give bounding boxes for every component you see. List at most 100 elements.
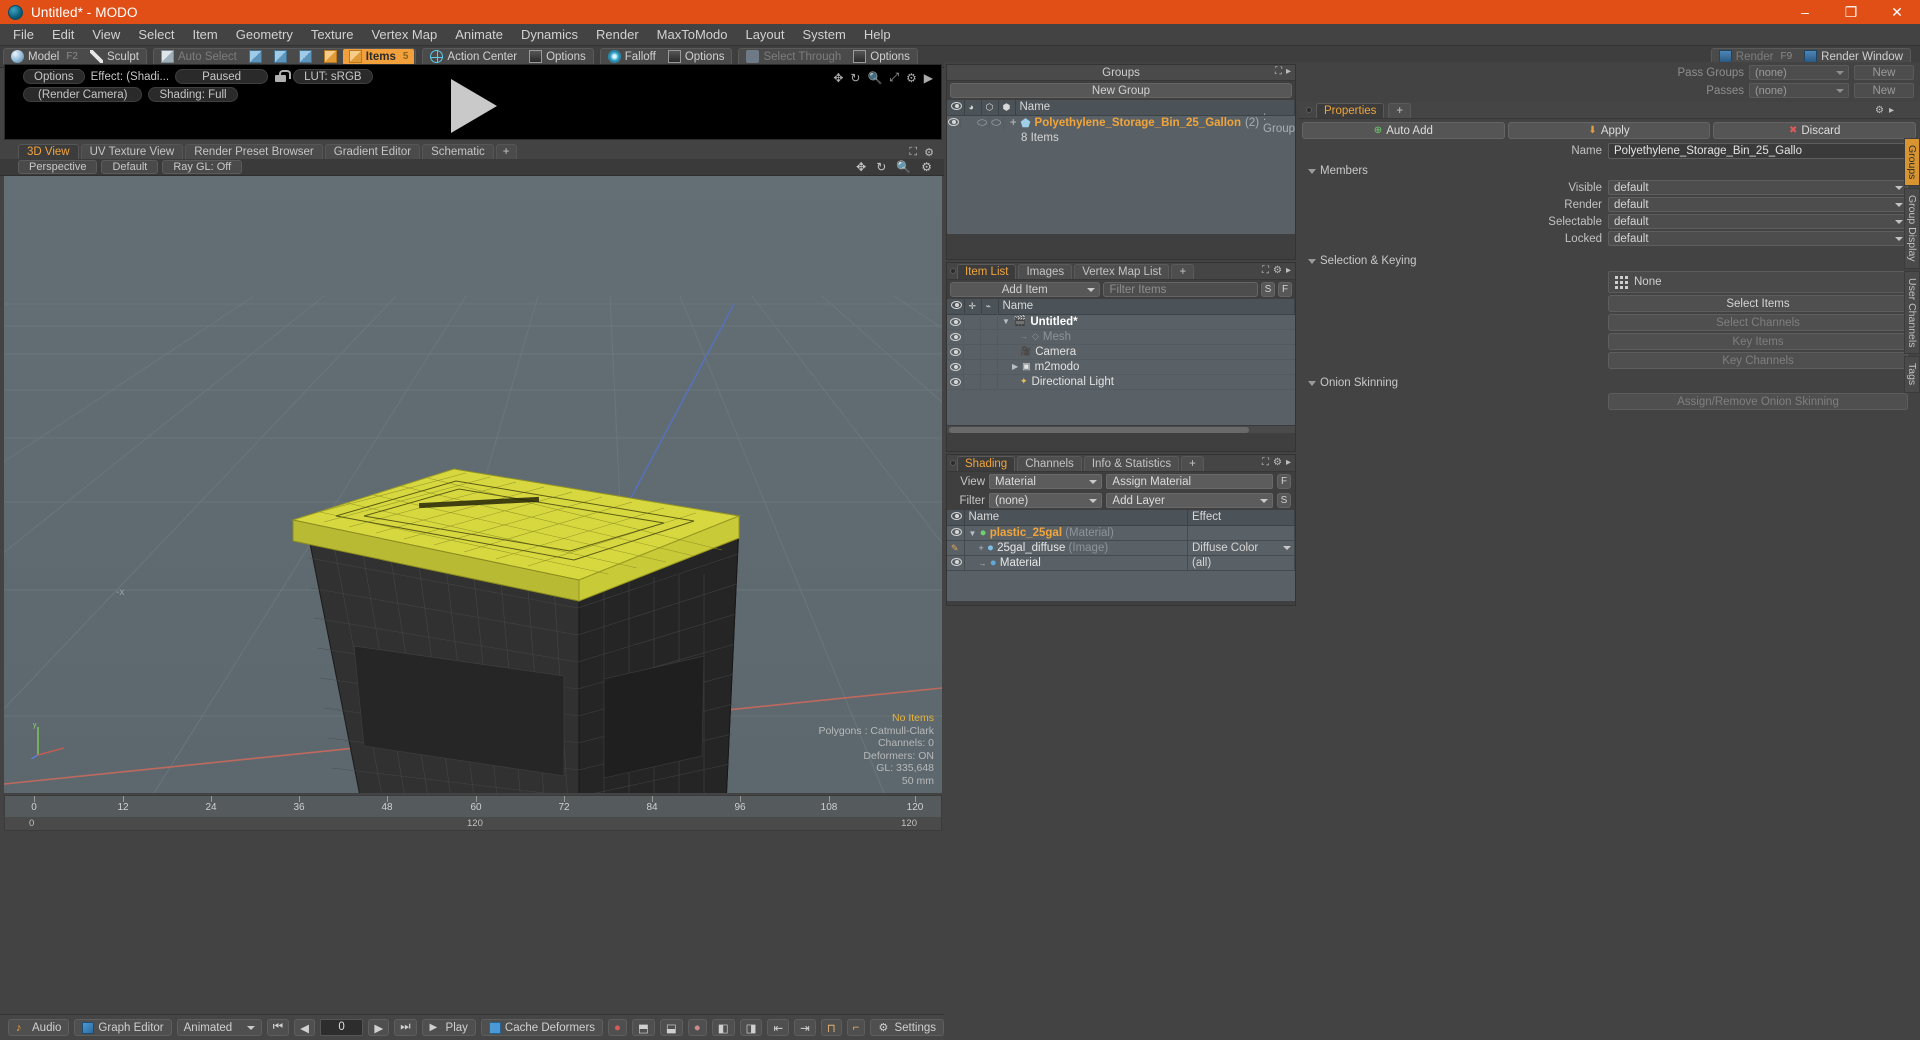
shading-view-select[interactable]: Material <box>989 474 1103 489</box>
assign-material-button[interactable]: Assign Material <box>1106 474 1273 489</box>
gear-icon[interactable]: ⚙ <box>1875 105 1884 116</box>
item-col-name[interactable]: Name <box>998 299 1295 315</box>
expand-triangle-icon[interactable]: ▼ <box>1002 317 1010 326</box>
maximize-icon[interactable]: ⛶ <box>1262 265 1269 276</box>
panel-menu-dot[interactable] <box>950 460 956 466</box>
move-icon[interactable]: ✥ <box>856 160 866 174</box>
side-tab-user-channels[interactable]: User Channels <box>1904 270 1920 355</box>
item-eye-toggle[interactable] <box>947 329 964 344</box>
item-transform-cell[interactable] <box>964 344 981 359</box>
item-eye-toggle[interactable] <box>947 344 964 359</box>
shading-filter-s-button[interactable]: S <box>1277 493 1291 508</box>
render-effect-label[interactable]: Effect: (Shadi... <box>91 71 169 83</box>
item-transform-cell[interactable] <box>964 329 981 344</box>
new-group-button[interactable]: New Group <box>950 83 1292 98</box>
bracket-left-button[interactable]: ⇤ <box>767 1019 790 1036</box>
timeline[interactable]: 0 12 24 36 48 60 72 84 96 108 120 0 120 … <box>4 795 942 831</box>
tab-uv-texture-view[interactable]: UV Texture View <box>80 144 184 159</box>
item-transform-cell[interactable] <box>964 314 981 329</box>
render-options-button[interactable]: Options <box>23 69 85 84</box>
link-button[interactable]: ⬓ <box>659 1019 683 1036</box>
scale-icon[interactable]: ⤢ <box>889 70 899 85</box>
skip-end-button[interactable]: ⏭ <box>394 1019 417 1036</box>
tab-render-preset-browser[interactable]: Render Preset Browser <box>185 144 323 159</box>
selectable-select[interactable]: default <box>1608 214 1908 229</box>
cache-deformers-button[interactable]: Cache Deformers <box>480 1019 604 1036</box>
maximize-icon[interactable]: ⛶ <box>1262 457 1269 468</box>
timeline-track[interactable]: 0 12 24 36 48 60 72 84 96 108 120 <box>5 796 941 818</box>
groups-col-lock[interactable]: ⬢ <box>998 100 1016 116</box>
record-button[interactable]: ● <box>608 1019 627 1036</box>
plus-icon[interactable]: + <box>979 543 984 553</box>
animated-dropdown[interactable]: Animated <box>176 1019 262 1036</box>
list-item[interactable]: → ◇ Mesh <box>947 329 1295 345</box>
locked-select[interactable]: default <box>1608 231 1908 246</box>
table-row[interactable]: ✎ + ● 25gal_diffuse (Image) Diffuse Colo… <box>947 540 1295 556</box>
graph-editor-button[interactable]: Graph Editor <box>74 1019 172 1036</box>
menu-texture[interactable]: Texture <box>302 24 363 46</box>
item-transform-cell[interactable] <box>964 374 981 389</box>
shading-row-effect[interactable] <box>1187 525 1295 541</box>
shading-empty-area[interactable] <box>947 570 1295 601</box>
gear-icon[interactable]: ⚙ <box>924 146 934 159</box>
arrow-right-icon[interactable]: ▸ <box>1889 105 1894 116</box>
tab-schematic[interactable]: Schematic <box>422 144 494 159</box>
pass-groups-select[interactable]: (none) <box>1749 65 1849 80</box>
side-tab-groups[interactable]: Groups <box>1904 138 1920 187</box>
shading-row-effect[interactable]: Diffuse Color <box>1187 540 1295 556</box>
zoom-icon[interactable]: 🔍 <box>896 160 911 174</box>
members-section-title[interactable]: Members <box>1298 162 1920 179</box>
tab-info-statistics[interactable]: Info & Statistics <box>1083 455 1180 471</box>
tab-add[interactable]: + <box>1388 102 1412 118</box>
item-eye-toggle[interactable] <box>947 314 964 329</box>
menu-animate[interactable]: Animate <box>446 24 512 46</box>
shading-col-eye[interactable] <box>947 510 965 526</box>
tab-shading[interactable]: Shading <box>957 455 1016 471</box>
gear-icon[interactable]: ⚙ <box>1273 265 1282 276</box>
visible-select[interactable]: default <box>1608 180 1908 195</box>
current-frame-field[interactable]: 0 <box>319 1019 364 1036</box>
gear-icon[interactable]: ⚙ <box>1273 457 1282 468</box>
onion-skinning-section-title[interactable]: Onion Skinning <box>1298 369 1920 391</box>
gear-icon[interactable]: ⚙ <box>921 160 932 174</box>
item-axis-cell[interactable] <box>981 374 998 389</box>
render-lut-button[interactable]: LUT: sRGB <box>293 69 373 84</box>
tab-item-list[interactable]: Item List <box>957 263 1017 279</box>
filter-items-input[interactable]: Filter Items <box>1102 282 1258 297</box>
assign-remove-onion-skinning-button[interactable]: Assign/Remove Onion Skinning <box>1608 393 1908 410</box>
arrow-right-icon[interactable]: → <box>979 559 987 568</box>
skip-start-button[interactable]: ⏮ <box>266 1019 290 1036</box>
zoom-icon[interactable]: 🔍 <box>867 71 882 85</box>
selection-keying-section-title[interactable]: Selection & Keying <box>1298 247 1920 269</box>
panel-menu-dot[interactable] <box>950 268 956 274</box>
tab-3d-view[interactable]: 3D View <box>18 144 79 159</box>
item-list-rows[interactable]: ▼ 🎬 Untitled* → ◇ Mesh 🎥 Camera ▶ ▣ m2mo… <box>947 314 1295 425</box>
item-axis-cell[interactable] <box>981 359 998 374</box>
menu-file[interactable]: File <box>4 24 43 46</box>
render-paused-button[interactable]: Paused <box>175 69 269 84</box>
viewport-raygl-button[interactable]: Ray GL: Off <box>162 160 243 174</box>
3d-viewport[interactable]: -x y No Items Polygons : Catmull-Clark C… <box>4 176 942 793</box>
item-transform-cell[interactable] <box>964 359 981 374</box>
table-row[interactable]: ▼ ● plastic_25gal (Material) <box>947 525 1295 541</box>
play-button[interactable]: ▶ Play <box>421 1019 476 1036</box>
table-row[interactable]: → ● Material (all) <box>947 555 1295 571</box>
menu-view[interactable]: View <box>83 24 129 46</box>
step-back-button[interactable]: ◀ <box>294 1019 315 1036</box>
apply-button[interactable]: ⬇ Apply <box>1507 122 1711 139</box>
auto-add-button[interactable]: ⊕ Auto Add <box>1302 122 1505 139</box>
passes-new-button[interactable]: New <box>1854 83 1914 98</box>
item-col-axis[interactable]: ⌁ <box>981 299 999 315</box>
list-item[interactable]: ▶ ▣ m2modo <box>947 359 1295 375</box>
magnet-button[interactable]: ⊓ <box>820 1019 842 1036</box>
passes-select[interactable]: (none) <box>1749 83 1849 98</box>
item-axis-cell[interactable] <box>981 329 998 344</box>
menu-vertex-map[interactable]: Vertex Map <box>362 24 446 46</box>
pass-groups-new-button[interactable]: New <box>1854 65 1914 80</box>
filter-f-button[interactable]: F <box>1278 282 1292 297</box>
square-button[interactable]: ◨ <box>739 1019 763 1036</box>
viewport-perspective-button[interactable]: Perspective <box>18 160 98 174</box>
lock-button[interactable]: ● <box>687 1019 707 1036</box>
arrow-right-icon[interactable]: ▸ <box>1286 66 1291 77</box>
group-expand-icon[interactable]: + <box>1004 117 1017 129</box>
